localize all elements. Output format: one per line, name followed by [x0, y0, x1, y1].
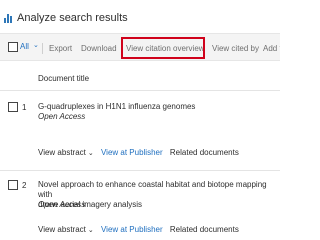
chevron-down-icon[interactable]: ⌄ — [33, 41, 39, 49]
related-documents-link[interactable]: Related documents — [170, 225, 239, 234]
divider — [0, 170, 280, 171]
row-checkbox[interactable] — [8, 102, 18, 112]
related-documents-link[interactable]: Related documents — [170, 148, 239, 157]
view-abstract-button[interactable]: View abstract — [38, 148, 86, 157]
result-actions: View abstract ⌄ View at Publisher Related… — [38, 148, 239, 157]
chevron-down-icon[interactable]: ⌄ — [88, 227, 94, 234]
add-to-list-button[interactable]: Add t — [263, 44, 280, 53]
bar-chart-icon — [4, 13, 14, 23]
view-at-publisher-link[interactable]: View at Publisher — [101, 148, 163, 157]
open-access-label: Open Access — [38, 200, 86, 209]
view-abstract-button[interactable]: View abstract — [38, 225, 86, 234]
column-header-document-title: Document title — [38, 74, 90, 83]
select-all-dropdown[interactable]: All — [20, 42, 29, 51]
view-at-publisher-link[interactable]: View at Publisher — [101, 225, 163, 234]
chevron-down-icon[interactable]: ⌄ — [88, 150, 94, 157]
result-number: 2 — [22, 181, 27, 190]
document-title-link[interactable]: G-quadruplexes in H1N1 influenza genomes — [38, 102, 270, 112]
toolbar-divider — [42, 43, 43, 54]
row-checkbox[interactable] — [8, 180, 18, 190]
document-title-line: Novel approach to enhance coastal habita… — [38, 180, 267, 199]
result-actions: View abstract ⌄ View at Publisher Related… — [38, 225, 239, 234]
highlight-box — [121, 37, 205, 59]
select-all-checkbox[interactable] — [8, 42, 18, 52]
open-access-label: Open Access — [38, 112, 86, 121]
download-button[interactable]: Download — [81, 44, 117, 53]
document-title-line: G-quadruplexes in H1N1 influenza genomes — [38, 102, 196, 111]
divider — [0, 90, 280, 91]
export-button[interactable]: Export — [49, 44, 72, 53]
result-number: 1 — [22, 103, 27, 112]
page-title[interactable]: Analyze search results — [17, 12, 128, 24]
page-header: Analyze search results — [4, 10, 128, 26]
view-cited-by-button[interactable]: View cited by — [212, 44, 259, 53]
